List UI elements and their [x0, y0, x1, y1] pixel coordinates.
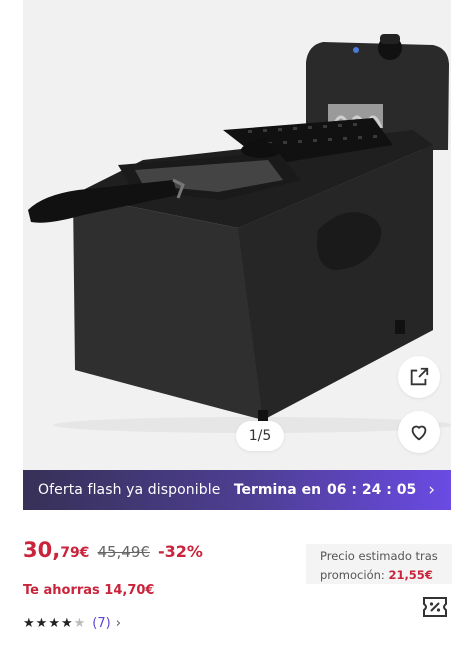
- image-counter: 1/5: [236, 421, 284, 451]
- promo-line1: Precio estimado tras: [320, 549, 438, 563]
- star-icon: ★: [48, 616, 61, 631]
- external-link-icon: [410, 367, 429, 386]
- estimated-promo-price: Precio estimado tras promoción: 21,55€: [306, 544, 452, 584]
- share-button[interactable]: [398, 356, 440, 398]
- favorite-button[interactable]: [398, 411, 440, 453]
- heart-outline-icon: [411, 425, 427, 441]
- current-price-integer: 30,: [23, 538, 61, 562]
- flash-timer: Termina en 06 : 24 : 05 ›: [234, 480, 435, 500]
- product-image[interactable]: [23, 0, 451, 470]
- star-icon: ★: [23, 616, 36, 631]
- flash-offer-banner[interactable]: Oferta flash ya disponible Termina en 06…: [23, 470, 451, 510]
- coupon-icon[interactable]: [422, 595, 448, 619]
- rating-row[interactable]: ★★★★★ (7) ›: [23, 616, 121, 631]
- promo-line2-wrap: promoción: 21,55€: [320, 566, 444, 585]
- star-icon: ★: [60, 616, 74, 631]
- half-star-icon: ★: [73, 616, 87, 631]
- promo-line2: promoción:: [320, 568, 385, 582]
- discount-badge: -32%: [157, 542, 203, 561]
- price-row: 30, 79€ 45,49€ -32%: [23, 538, 203, 562]
- chevron-right-icon: ›: [115, 616, 121, 631]
- timer-value: 06 : 24 : 05: [327, 482, 417, 498]
- flash-offer-label: Oferta flash ya disponible: [38, 482, 221, 498]
- savings-text: Te ahorras 14,70€: [23, 583, 155, 598]
- original-price: 45,49€: [97, 543, 150, 561]
- chevron-right-icon: ›: [428, 480, 435, 500]
- star-icon: ★: [35, 616, 49, 631]
- current-price-decimal: 79€: [60, 545, 90, 561]
- review-count[interactable]: (7): [92, 616, 110, 631]
- star-rating: ★★★★★: [23, 616, 86, 631]
- promo-price-value: 21,55€: [388, 568, 433, 582]
- product-gallery[interactable]: 1/5: [23, 0, 451, 470]
- timer-prefix: Termina en: [233, 482, 322, 498]
